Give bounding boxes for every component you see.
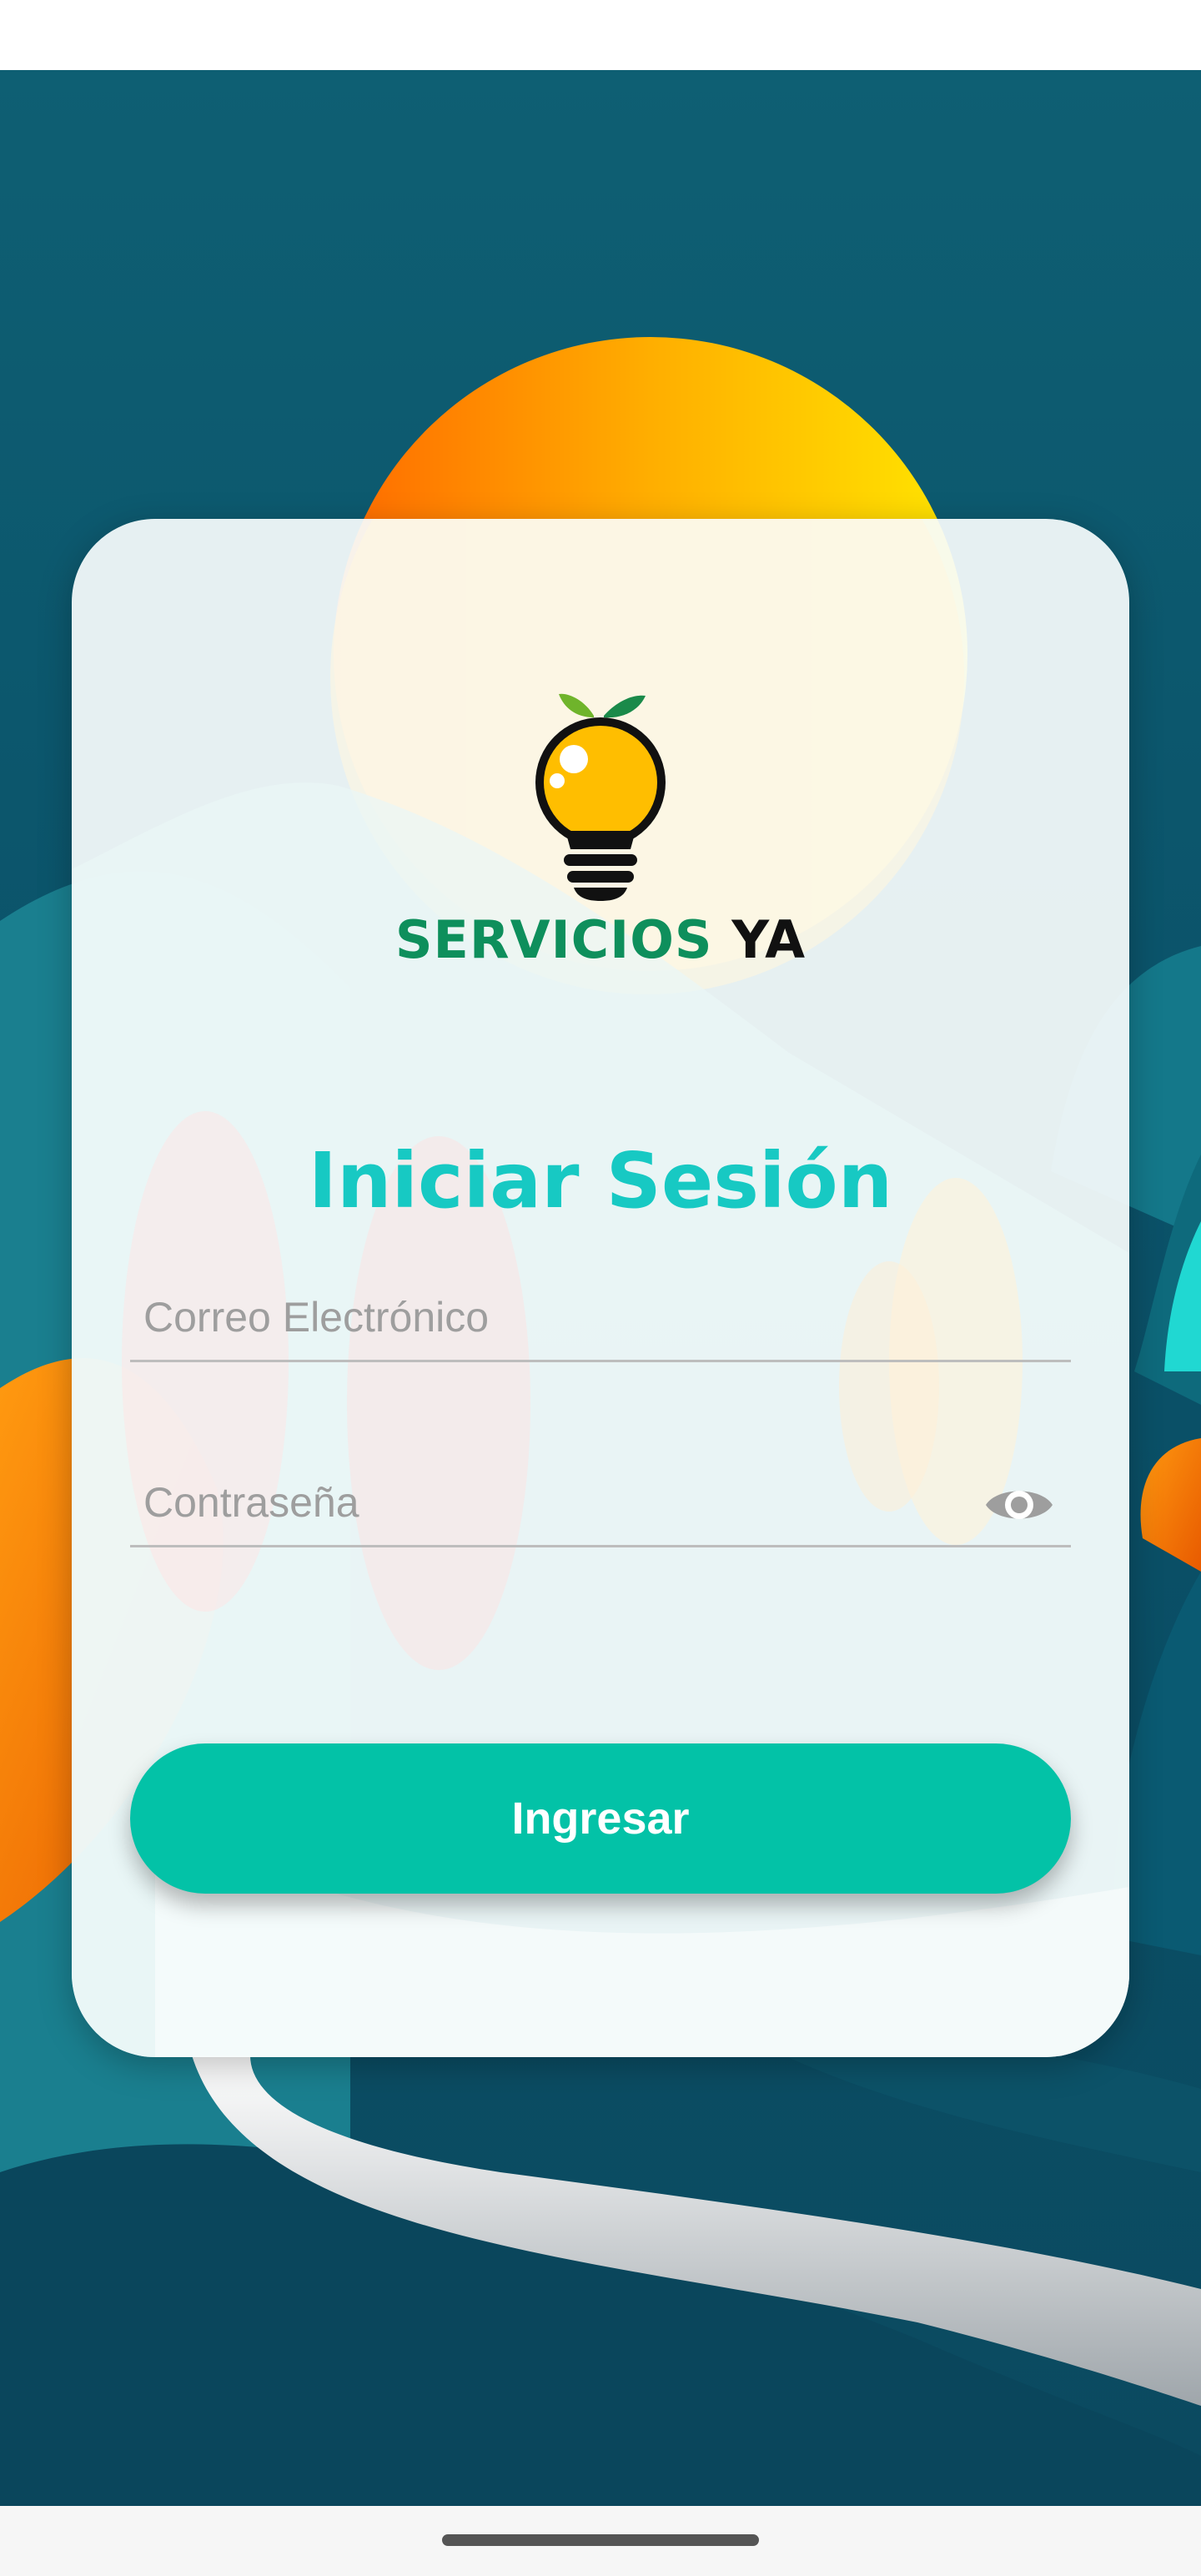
- home-indicator[interactable]: [442, 2534, 759, 2546]
- brand-logo-text: SERVICIOS YA: [72, 909, 1129, 970]
- login-button[interactable]: Ingresar: [130, 1743, 1071, 1894]
- brand-name-secondary: YA: [731, 909, 807, 970]
- login-card: SERVICIOS YA Iniciar Sesión Ingresar: [72, 519, 1129, 2057]
- page-title: Iniciar Sesión: [308, 1136, 893, 1225]
- login-screen: SERVICIOS YA Iniciar Sesión Ingresar: [0, 0, 1201, 2576]
- status-bar: [0, 0, 1201, 70]
- password-field: [130, 1462, 1071, 1547]
- email-field: [130, 1276, 1071, 1362]
- email-input[interactable]: [142, 1276, 979, 1358]
- password-input[interactable]: [142, 1462, 979, 1543]
- lightbulb-icon: [525, 682, 676, 903]
- brand-name-primary: SERVICIOS: [394, 909, 713, 970]
- eye-icon[interactable]: [984, 1470, 1054, 1540]
